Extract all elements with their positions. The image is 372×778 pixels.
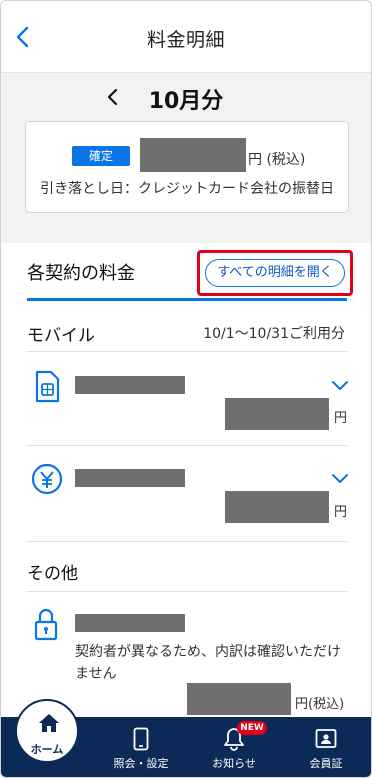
sim-card-icon <box>35 370 60 403</box>
nav-label: ホーム <box>30 743 64 756</box>
billing-period: 10/1〜10/31ご利用分 <box>203 326 345 342</box>
app-screen: 料金明細 10月分 確定 円 (税込) 引き落とし日：クレジットカード会社の振替… <box>0 0 372 778</box>
redacted-amount <box>225 491 329 523</box>
nav-label: 会員証 <box>309 757 343 770</box>
withdrawal-date: 引き落とし日：クレジットカード会社の振替日 <box>40 181 334 197</box>
amount-unit: 円 <box>334 505 348 520</box>
category-label-other: その他 <box>27 564 78 584</box>
nav-item-inquiry-settings[interactable]: 照会・設定 <box>101 727 181 773</box>
nav-item-home[interactable]: ホーム <box>15 699 79 763</box>
page-title: 料金明細 <box>146 29 225 51</box>
yen-coin-icon <box>31 463 63 495</box>
chevron-down-icon[interactable] <box>331 472 349 484</box>
new-badge: NEW <box>237 721 267 735</box>
nav-label: お知らせ <box>212 757 256 770</box>
divider <box>27 541 347 542</box>
header-bar: 料金明細 <box>1 1 371 73</box>
member-card-icon <box>315 729 337 748</box>
section-divider <box>27 298 347 301</box>
chevron-down-icon[interactable] <box>331 379 349 391</box>
highlight-frame <box>197 250 353 296</box>
category-label-mobile: モバイル <box>27 326 95 346</box>
redacted-line-name <box>75 376 185 394</box>
smartphone-icon <box>133 727 149 751</box>
redacted-amount <box>187 683 291 715</box>
summary-card: 確定 円 (税込) 引き落とし日：クレジットカード会社の振替日 <box>25 121 349 213</box>
amount-unit: 円 (税込) <box>248 152 306 168</box>
divider <box>27 351 347 352</box>
divider <box>27 445 347 446</box>
redacted-line-name <box>75 614 185 632</box>
amount-unit: 円(税込) <box>295 697 345 712</box>
nav-item-member-card[interactable]: 会員証 <box>286 727 366 773</box>
section-heading: 各契約の料金 <box>27 263 135 284</box>
divider <box>27 591 347 592</box>
month-label: 10月分 <box>148 89 224 114</box>
amount-unit: 円 <box>334 411 348 426</box>
lock-icon <box>34 608 58 641</box>
notice-text: 契約者が異なるため、内訳は確認いただけません <box>75 644 341 682</box>
home-icon <box>39 714 59 732</box>
redacted-amount <box>225 398 329 430</box>
redacted-amount <box>140 138 246 172</box>
status-badge: 確定 <box>72 146 130 166</box>
redacted-line-name <box>75 469 185 487</box>
month-navigator: 10月分 <box>1 83 371 114</box>
nav-label: 照会・設定 <box>113 757 169 770</box>
